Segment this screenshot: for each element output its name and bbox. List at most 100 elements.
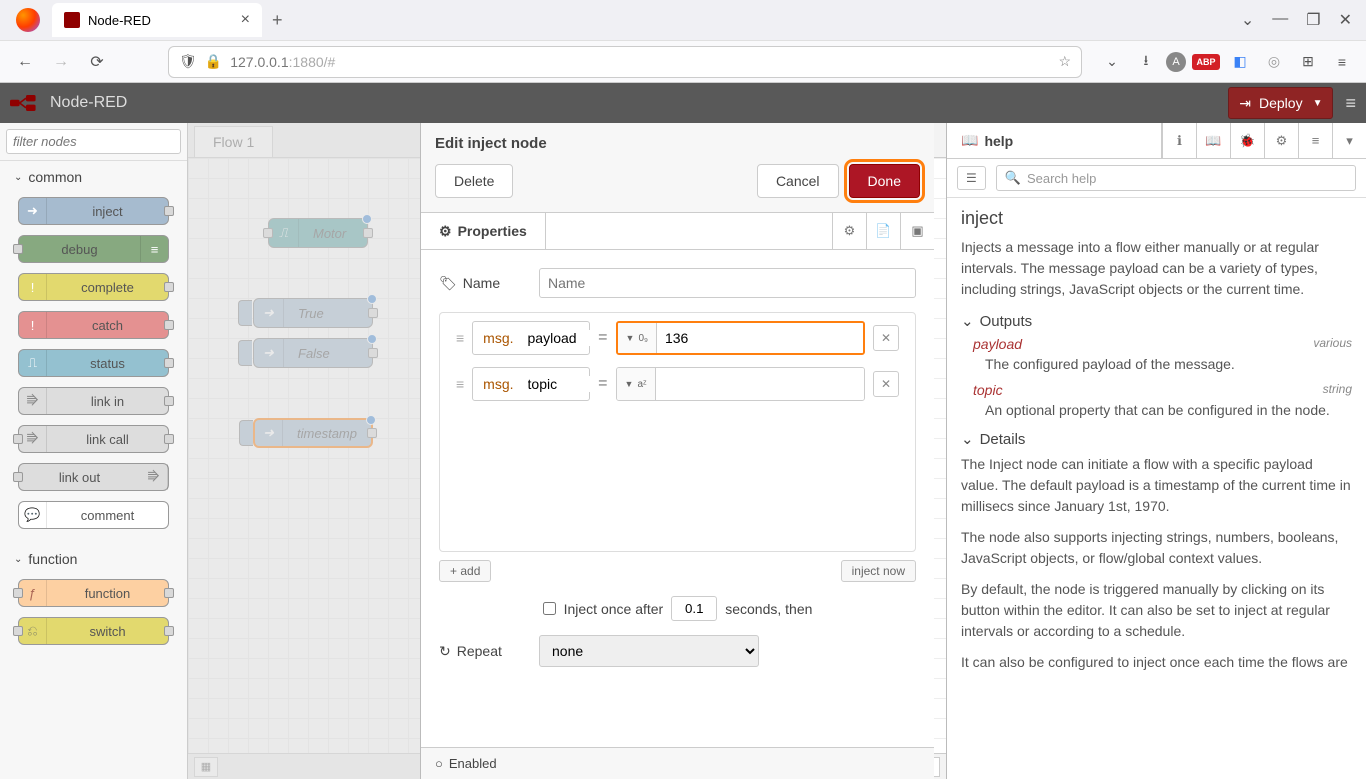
sidebar-dropdown-icon[interactable]: ▾ — [1332, 123, 1366, 158]
window-minimize-icon[interactable]: — — [1272, 10, 1288, 30]
repeat-select[interactable]: none — [539, 635, 759, 667]
navigator-icon[interactable]: ▦ — [194, 757, 218, 777]
payload-type-selector[interactable]: ▼0₉ — [618, 323, 657, 353]
palette-node-inject[interactable]: ➜inject — [18, 197, 169, 225]
bookmark-icon[interactable]: ☆ — [1058, 53, 1071, 70]
deploy-button[interactable]: ⇥ Deploy ▼ — [1228, 87, 1333, 119]
outputs-section[interactable]: ⌄Outputs — [961, 312, 1352, 330]
filter-nodes-input[interactable] — [6, 129, 181, 154]
search-icon: 🔍 — [1005, 170, 1021, 186]
palette-node-link-out[interactable]: link out⭆ — [18, 463, 169, 491]
description-tab-icon[interactable]: 📄 — [866, 213, 900, 249]
chevron-down-icon[interactable]: ⌄ — [1241, 10, 1254, 30]
topic-value-input[interactable] — [656, 368, 864, 400]
chevron-down-icon: ⌄ — [961, 430, 974, 448]
help-tab-icon[interactable]: 📖 — [1196, 123, 1230, 158]
context-tab-icon[interactable]: ≡ — [1298, 123, 1332, 158]
palette-node-function[interactable]: ƒfunction — [18, 579, 169, 607]
palette-node-complete[interactable]: !complete — [18, 273, 169, 301]
palette-section-function[interactable]: ⌄function — [0, 543, 187, 575]
dialog-title: Edit inject node — [421, 123, 934, 164]
drag-handle-icon[interactable]: ≡ — [456, 376, 464, 392]
palette-node-debug[interactable]: debug≡ — [18, 235, 169, 263]
canvas-node-motor[interactable]: ⎍Motor — [268, 218, 368, 248]
config-tab-icon[interactable]: ⚙ — [1264, 123, 1298, 158]
canvas-node-true[interactable]: ➜True — [253, 298, 373, 328]
help-node-name: inject — [961, 208, 1352, 229]
details-section[interactable]: ⌄Details — [961, 430, 1352, 448]
palette: ⌄common ➜inject debug≡ !complete !catch … — [0, 123, 188, 779]
details-p3: By default, the node is triggered manual… — [961, 579, 1352, 642]
inject-icon: ➜ — [255, 420, 283, 446]
inject-button[interactable] — [238, 300, 252, 326]
delete-row-button[interactable]: ✕ — [873, 371, 899, 397]
topic-desc: An optional property that can be configu… — [985, 402, 1352, 418]
downloads-icon[interactable]: ⭳ — [1132, 48, 1160, 76]
extensions-icon[interactable]: ⊞ — [1294, 48, 1322, 76]
tab-favicon-icon — [64, 12, 80, 28]
name-input[interactable] — [539, 268, 916, 298]
extension-icon-1[interactable]: ◧ — [1226, 48, 1254, 76]
palette-node-switch[interactable]: ⎌switch — [18, 617, 169, 645]
cancel-button[interactable]: Cancel — [757, 164, 839, 198]
topic-term: topic — [973, 382, 1003, 398]
inject-button[interactable] — [239, 420, 253, 446]
details-p4: It can also be configured to inject once… — [961, 652, 1352, 673]
drag-handle-icon[interactable]: ≡ — [456, 330, 464, 346]
palette-section-common[interactable]: ⌄common — [0, 161, 187, 193]
inject-once-checkbox[interactable] — [543, 602, 556, 615]
delete-row-button[interactable]: ✕ — [873, 325, 899, 351]
add-button[interactable]: + add — [439, 560, 491, 582]
palette-node-catch[interactable]: !catch — [18, 311, 169, 339]
close-tab-icon[interactable]: × — [241, 11, 250, 29]
env-tab-icon[interactable]: ⚙ — [832, 213, 866, 249]
enabled-toggle[interactable]: ○ Enabled — [421, 747, 934, 779]
lock-icon: 🔒 — [205, 53, 222, 70]
done-button[interactable]: Done — [849, 164, 920, 198]
link-in-icon: ⭆ — [19, 388, 47, 414]
help-search-input[interactable]: 🔍Search help — [996, 165, 1356, 191]
palette-node-status[interactable]: ⎍status — [18, 349, 169, 377]
inject-now-button[interactable]: inject now — [841, 560, 916, 582]
appearance-tab-icon[interactable]: ▣ — [900, 213, 934, 249]
browser-tab[interactable]: Node-RED × — [52, 3, 262, 37]
canvas-node-false[interactable]: ➜False — [253, 338, 373, 368]
window-restore-icon[interactable]: ❐ — [1306, 10, 1320, 30]
function-icon: ƒ — [19, 580, 47, 606]
url-path: :1880/# — [289, 54, 336, 70]
reload-button[interactable]: ⟳ — [82, 47, 112, 77]
debug-tab-icon[interactable]: 🐞 — [1230, 123, 1264, 158]
palette-node-link-call[interactable]: ⭆link call — [18, 425, 169, 453]
inject-icon: ➜ — [19, 198, 47, 224]
canvas-node-timestamp[interactable]: ➜timestamp — [253, 418, 373, 448]
name-label: 🏷Name — [439, 275, 539, 292]
pocket-icon[interactable]: ⌄ — [1098, 48, 1126, 76]
inject-icon: ➜ — [254, 339, 284, 367]
delete-button[interactable]: Delete — [435, 164, 513, 198]
deploy-dropdown-icon[interactable]: ▼ — [1313, 98, 1323, 109]
url-bar[interactable]: 🛡 🔒 127.0.0.1:1880/# ☆ — [168, 46, 1082, 78]
inject-button[interactable] — [238, 340, 252, 366]
catch-icon: ! — [19, 312, 47, 338]
topic-type-selector[interactable]: ▼aᶻ — [617, 368, 656, 400]
window-close-icon[interactable]: ✕ — [1339, 10, 1352, 30]
back-button[interactable]: ← — [10, 47, 40, 77]
extension-icon-2[interactable]: ◎ — [1260, 48, 1288, 76]
repeat-icon: ↻ — [439, 643, 451, 660]
new-tab-button[interactable]: + — [272, 10, 283, 31]
workspace-tab-flow1[interactable]: Flow 1 — [194, 126, 273, 157]
account-icon[interactable]: A — [1166, 52, 1186, 72]
inject-once-label: Inject once after — [564, 601, 664, 617]
palette-node-link-in[interactable]: ⭆link in — [18, 387, 169, 415]
help-tab[interactable]: 📖help — [947, 123, 1162, 158]
info-tab-icon[interactable]: ℹ — [1162, 123, 1196, 158]
main-menu-button[interactable]: ≡ — [1345, 93, 1356, 114]
abp-icon[interactable]: ABP — [1192, 48, 1220, 76]
properties-tab[interactable]: ⚙Properties — [421, 213, 546, 249]
browser-menu-icon[interactable]: ≡ — [1328, 48, 1356, 76]
inject-once-seconds-input[interactable] — [671, 596, 717, 621]
toc-button[interactable]: ☰ — [957, 166, 986, 190]
palette-node-comment[interactable]: 💬comment — [18, 501, 169, 529]
details-p1: The Inject node can initiate a flow with… — [961, 454, 1352, 517]
payload-value-input[interactable] — [657, 323, 863, 353]
